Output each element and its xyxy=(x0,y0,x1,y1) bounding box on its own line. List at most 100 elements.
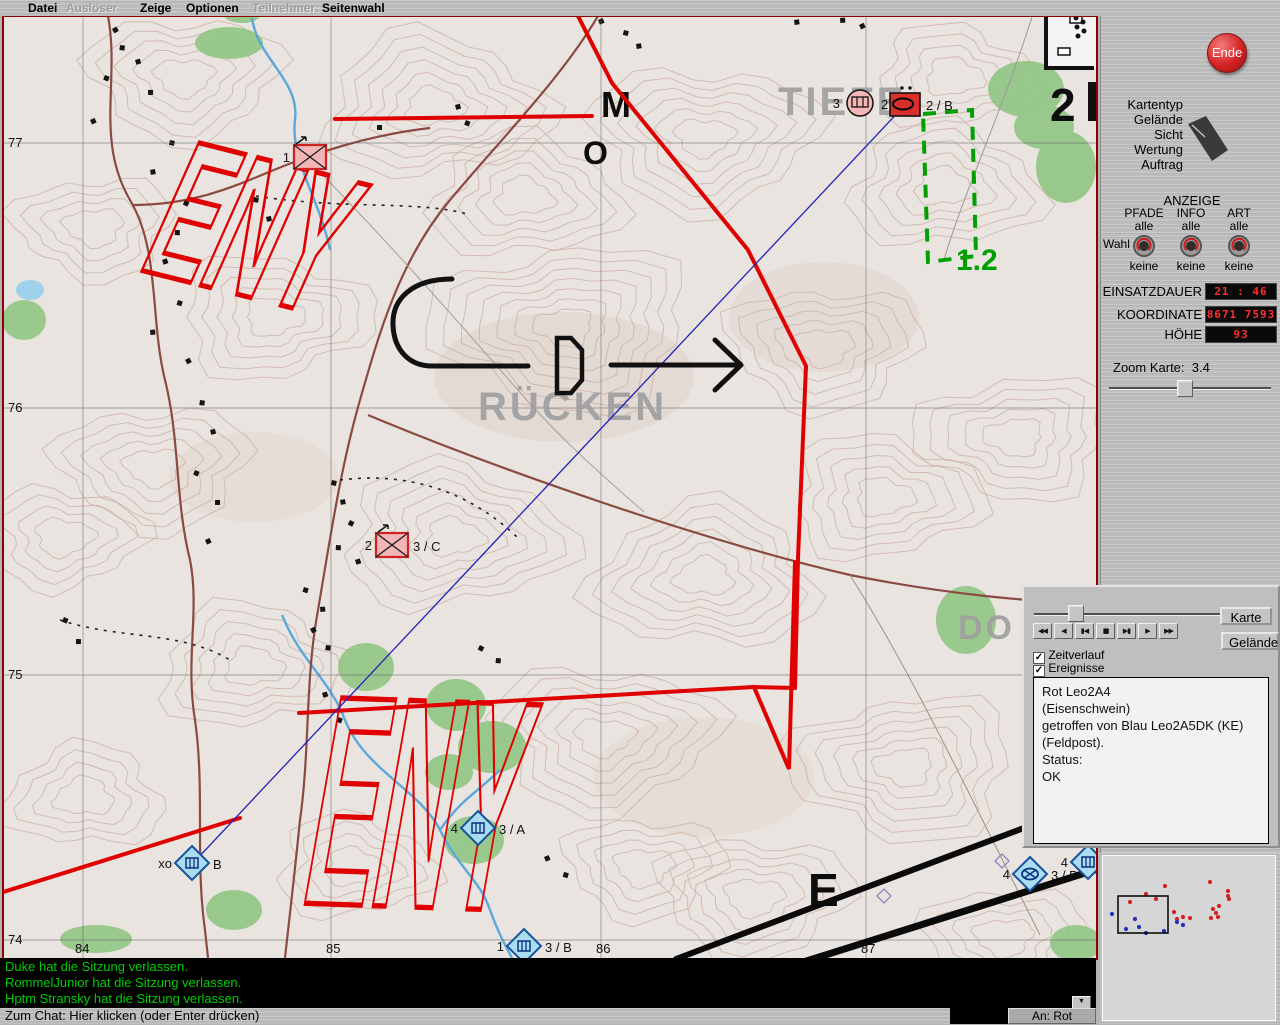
eny-marking: ENY xyxy=(118,102,390,353)
menu-datei[interactable]: Datei xyxy=(28,1,57,15)
playback-button-2[interactable]: ▮◀ xyxy=(1075,623,1094,639)
playback-button-6[interactable]: ▶▶ xyxy=(1159,623,1178,639)
zoom-value: 3.4 xyxy=(1192,360,1210,375)
svg-text:84: 84 xyxy=(75,941,89,956)
playback-button-3[interactable]: ■ xyxy=(1096,623,1115,639)
unit-count: 4 xyxy=(451,821,458,836)
karte-button[interactable]: Karte xyxy=(1220,607,1272,625)
minimap-blue-unit xyxy=(1137,925,1141,929)
tactical-overlay: ENY ENY xyxy=(4,17,1096,958)
event-line: getroffen von Blau Leo2A5DK (KE) xyxy=(1042,717,1268,734)
unit-count: 1 xyxy=(283,150,290,165)
info-knob-icon[interactable] xyxy=(1179,234,1203,258)
unit-team-red-3/C[interactable]: 2 3 / C xyxy=(365,525,441,557)
minimap-red-unit xyxy=(1216,915,1220,919)
readout-display: 21 : 46 xyxy=(1205,283,1277,300)
chat-message: RommelJunior hat die Sitzung verlassen. xyxy=(5,975,1096,990)
checkbox-ereignisse[interactable]: ✓ xyxy=(1033,665,1045,677)
menu-bar: DateiAuslöserZeigeOptionenTeilnehmer:Sei… xyxy=(0,0,1280,16)
gelaende-button[interactable]: Gelände xyxy=(1221,632,1279,650)
chat-message: Hptm Stransky hat die Sitzung verlassen. xyxy=(5,991,1096,1006)
grid-lines xyxy=(4,17,1096,958)
forest-areas xyxy=(4,17,1096,958)
minimap-red-unit xyxy=(1154,897,1158,901)
art-knob-icon[interactable] xyxy=(1227,234,1251,258)
svg-text:2: 2 xyxy=(1050,79,1076,131)
knob-top-label: alle xyxy=(1164,219,1218,232)
svg-text:76: 76 xyxy=(8,400,22,415)
playback-button-5[interactable]: ▶ xyxy=(1138,623,1157,639)
anzeige-knob-art: ARTalle keine xyxy=(1212,206,1266,272)
menu-optionen[interactable]: Optionen xyxy=(186,1,239,15)
readout-display: 93 xyxy=(1205,326,1277,343)
maptype-item-kartentyp[interactable]: Kartentyp xyxy=(1101,97,1183,112)
event-line: (Eisenschwein) xyxy=(1042,700,1268,717)
replay-panel: ◀◀◀▮◀■▶▮▶▶▶ Karte Gelände ✓ Zeitverlauf✓… xyxy=(1022,585,1280,848)
maptype-item-wertung[interactable]: Wertung xyxy=(1101,142,1183,157)
minimap-red-unit xyxy=(1128,900,1132,904)
end-button[interactable]: Ende xyxy=(1207,33,1247,73)
knob-bottom-label: keine xyxy=(1164,259,1218,272)
eny-marking: ENY xyxy=(287,632,555,958)
knob-label: ART xyxy=(1212,206,1266,219)
menu-seitenwahl[interactable]: Seitenwahl xyxy=(322,1,385,15)
svg-text:74: 74 xyxy=(8,932,22,947)
unit-count: 4 xyxy=(1061,855,1068,870)
maptype-item-gelände[interactable]: Gelände xyxy=(1101,112,1183,127)
svg-text:DO: DO xyxy=(958,609,1015,647)
chat-message: Duke hat die Sitzung verlassen. xyxy=(5,959,1096,974)
playback-button-4[interactable]: ▶▮ xyxy=(1117,623,1136,639)
minimap-red-unit xyxy=(1211,907,1215,911)
menu-zeige[interactable]: Zeige xyxy=(140,1,171,15)
replay-slider-thumb[interactable] xyxy=(1068,605,1084,622)
unit-count: xo xyxy=(158,856,172,871)
checkbox-label: Zeitverlauf xyxy=(1048,648,1104,662)
unit-count: 1 xyxy=(497,939,504,954)
overview-minimap[interactable] xyxy=(1100,853,1280,1024)
chat-prompt[interactable]: Zum Chat: Hier klicken (oder Enter drück… xyxy=(0,1008,950,1024)
svg-text:77: 77 xyxy=(8,135,22,150)
unit-count: 4 xyxy=(1003,867,1010,882)
readout-label: EINSATZDAUER xyxy=(1103,284,1202,299)
tactical-map[interactable]: 8485868777767574 TIEFERÜCKENDOMOE21.2 EN… xyxy=(2,15,1098,960)
svg-text:86: 86 xyxy=(596,941,610,956)
knob-bottom-label: keine xyxy=(1212,259,1266,272)
pfade-knob-icon[interactable] xyxy=(1132,234,1156,258)
unit-mech-blue-3/B[interactable]: 1 3 / B xyxy=(497,929,572,958)
minimap-red-unit xyxy=(1181,915,1185,919)
playback-button-1[interactable]: ◀ xyxy=(1054,623,1073,639)
knob-top-label: alle xyxy=(1117,219,1171,232)
minimap-red-unit xyxy=(1163,884,1167,888)
event-line: (Feldpost). xyxy=(1042,734,1268,751)
checkbox-label: Ereignisse xyxy=(1048,661,1104,675)
anzeige-knob-pfade: PFADEalle keine xyxy=(1117,206,1171,272)
knob-bottom-label: keine xyxy=(1117,259,1171,272)
minimap-blue-unit xyxy=(1124,927,1128,931)
unit-mech-blue-B[interactable]: xoB xyxy=(158,846,221,880)
event-line: Status: xyxy=(1042,751,1268,768)
zoom-slider-thumb[interactable] xyxy=(1177,380,1193,397)
zoom-slider[interactable] xyxy=(1109,387,1271,390)
knob-label: PFADE xyxy=(1117,206,1171,219)
clipped-letter xyxy=(1088,82,1096,121)
readout-display: 8671 7593 xyxy=(1205,306,1277,323)
knob-top-label: alle xyxy=(1212,219,1266,232)
maptype-item-auftrag[interactable]: Auftrag xyxy=(1101,157,1183,172)
unit-callsign: 3 / B xyxy=(545,940,572,955)
unit-count: 2 xyxy=(365,538,372,553)
minimap-red-unit xyxy=(1188,916,1192,920)
svg-text:75: 75 xyxy=(8,667,22,682)
maptype-item-sicht[interactable]: Sicht xyxy=(1101,127,1183,142)
minimap-blue-unit xyxy=(1175,920,1179,924)
playback-button-0[interactable]: ◀◀ xyxy=(1033,623,1052,639)
unit-callsign: 3 / C xyxy=(413,539,440,554)
unit-callsign: 3 / B xyxy=(1051,868,1078,883)
readout-label: HÖHE xyxy=(1164,327,1202,342)
menu-auslöser: Auslöser xyxy=(66,1,117,15)
chat-area: Duke hat die Sitzung verlassen.RommelJun… xyxy=(0,958,1096,1024)
unit-callsign: 3 / A xyxy=(499,822,525,837)
chat-target-select[interactable]: An: Rot xyxy=(1008,1008,1096,1024)
minimap-red-unit xyxy=(1214,911,1218,915)
minimap-red-unit xyxy=(1226,894,1230,898)
replay-slider[interactable] xyxy=(1034,613,1226,616)
